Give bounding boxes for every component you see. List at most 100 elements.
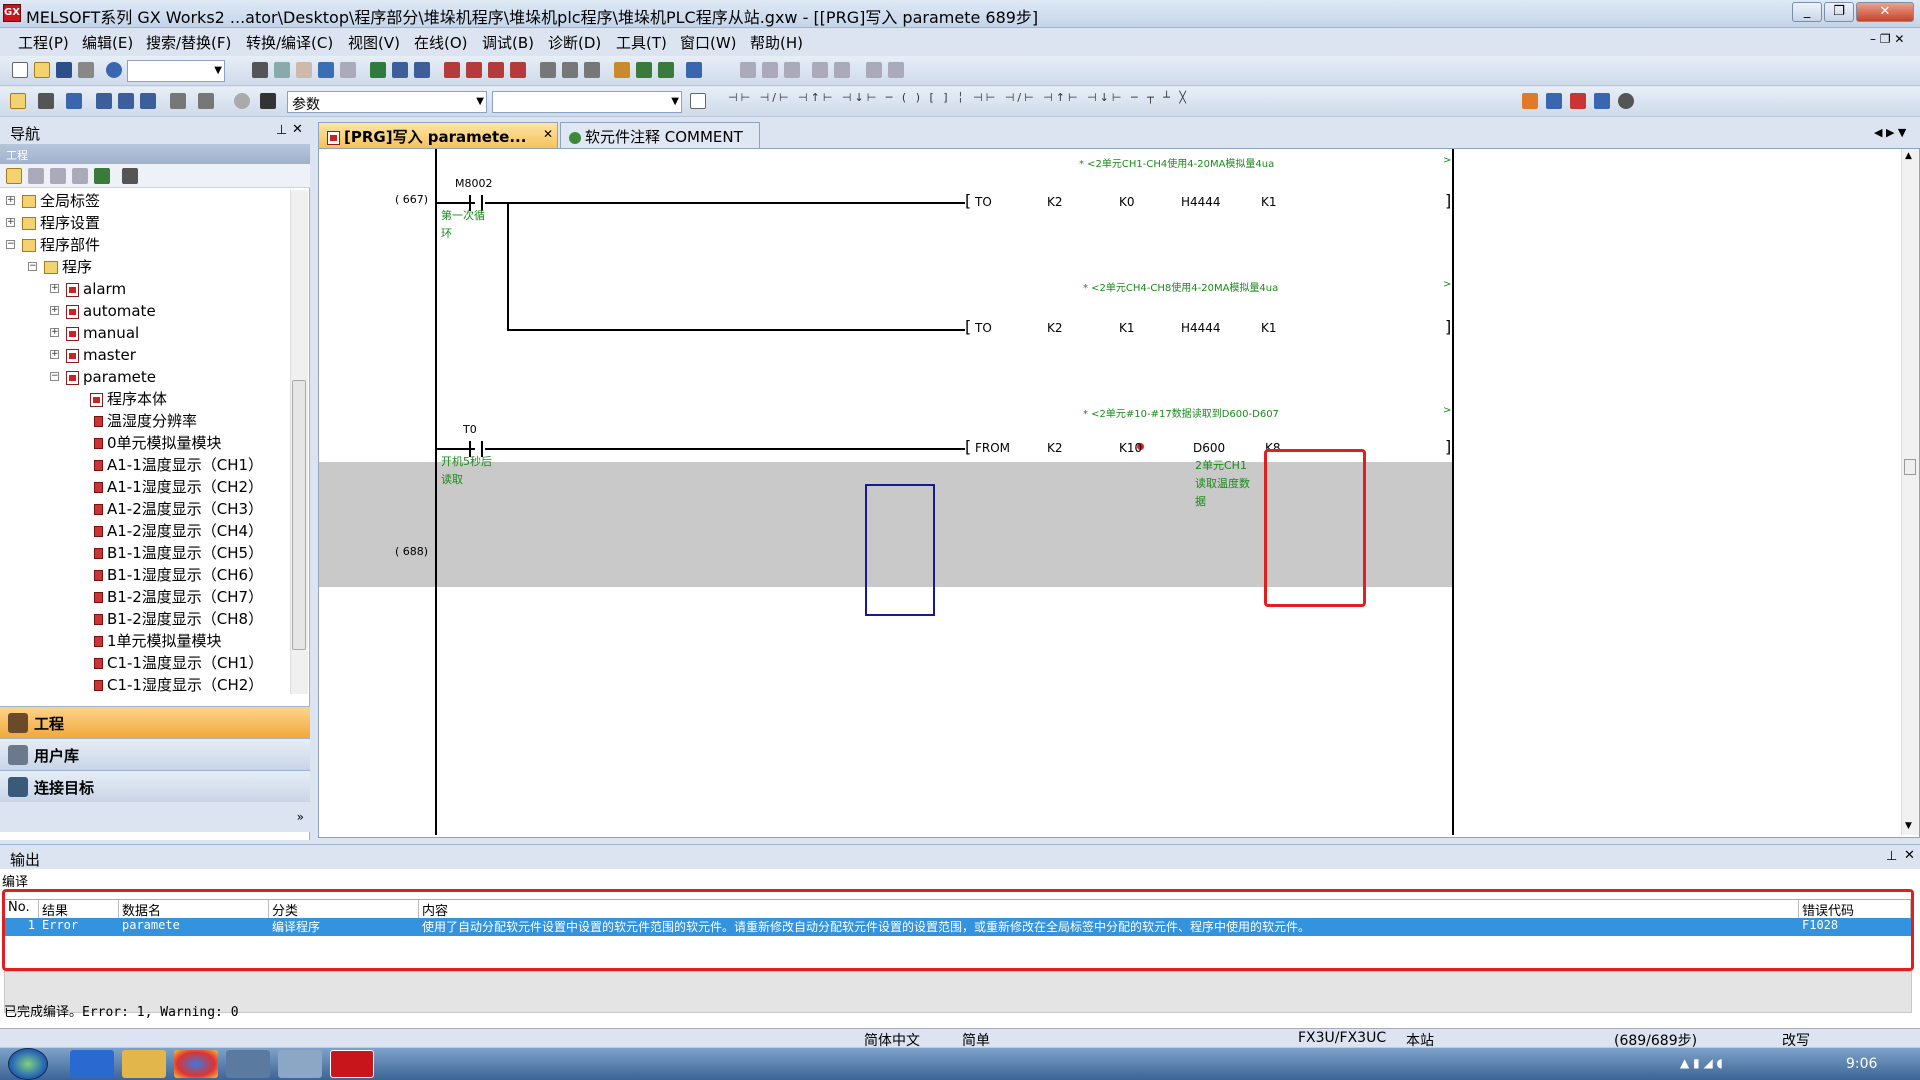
instr-arg[interactable]: H4444 [1181,195,1221,209]
info-icon[interactable] [234,93,250,109]
tree-node[interactable]: − paramete [50,366,156,388]
nav-button-library[interactable]: 用户库 [0,738,310,770]
tree-node[interactable]: B1-1温度显示（CH5） [94,542,263,564]
nav-button-connection[interactable]: 连接目标 [0,770,310,802]
rebuild-icon[interactable] [510,62,526,78]
tree-node[interactable]: 1单元模拟量模块 [94,630,222,652]
list-icon[interactable] [38,93,54,109]
param-select[interactable]: 参数 ▼ [287,91,487,113]
monitor-mode-icon[interactable] [686,62,702,78]
convert-icon[interactable] [444,62,460,78]
menu-find-replace[interactable]: 搜索/替换(F) [146,32,231,53]
gxworks-taskbar-icon[interactable] [330,1050,374,1078]
instr-arg[interactable]: K1 [1261,195,1277,209]
tree-node[interactable]: + alarm [50,278,126,300]
explorer-icon[interactable] [122,1050,166,1078]
label-icon[interactable] [118,93,134,109]
highlight-icon[interactable] [1522,93,1538,109]
write-plc-icon[interactable] [392,62,408,78]
tree-scroll-thumb[interactable] [292,380,306,650]
close-button[interactable]: ✕ [1856,2,1914,22]
page-icon[interactable] [690,93,706,109]
stop-icon[interactable] [1570,93,1586,109]
cut-icon[interactable] [252,62,268,78]
tree-node[interactable]: 0单元模拟量模块 [94,432,222,454]
ie-icon[interactable] [70,1050,114,1078]
tree-node[interactable]: + automate [50,300,156,322]
app-icon-5[interactable] [278,1050,322,1078]
copy-data-icon[interactable] [28,168,44,184]
save-icon[interactable] [56,62,72,78]
ladder-tool-c-icon[interactable] [784,62,800,78]
convert-all-icon[interactable] [466,62,482,78]
ladder-symbol-palette[interactable]: ⊣⊢ ⊣/⊢ ⊣↑⊢ ⊣↓⊢ ─ ( ) [ ] ╎ ⊣⊢ ⊣/⊢ ⊣↑⊢ ⊣↓… [728,91,1189,104]
app-icon-4[interactable] [226,1050,270,1078]
tray-icons[interactable]: ▲ ▮ ◢ ◖ [1680,1056,1723,1070]
nav-toggle-icon[interactable] [10,93,26,109]
instr-arg[interactable]: K2 [1047,195,1063,209]
menu-window[interactable]: 窗口(W) [680,32,737,53]
instr-op[interactable]: TO [975,321,992,335]
menu-project[interactable]: 工程(P) [18,32,69,53]
search-device-icon[interactable] [198,93,214,109]
tree-node[interactable]: 程序本体 [90,388,167,410]
chevron-icon[interactable]: » [297,810,304,824]
tree-node[interactable]: + manual [50,322,139,344]
zoom-select[interactable]: ▼ [127,60,225,82]
menu-edit[interactable]: 编辑(E) [82,32,133,53]
print-icon[interactable] [78,62,94,78]
zoom-out-icon[interactable] [1594,93,1610,109]
tree-node[interactable]: A1-2温度显示（CH3） [94,498,263,520]
watch-icon[interactable] [170,93,186,109]
replace-icon[interactable] [636,62,652,78]
nav-button-project[interactable]: 工程 [0,706,310,738]
instr-arg[interactable]: K0 [1119,195,1135,209]
tree-node[interactable]: B1-2湿度显示（CH8） [94,608,263,630]
cross-ref-icon[interactable] [658,62,674,78]
scroll-thumb[interactable] [1904,459,1916,475]
menu-help[interactable]: 帮助(H) [750,32,803,53]
maximize-button[interactable]: ❐ [1824,2,1854,22]
online-read-icon[interactable] [540,62,556,78]
param-icon[interactable] [140,93,156,109]
zoom-in-icon[interactable] [1546,93,1562,109]
instr-arg[interactable]: K2 [1047,321,1063,335]
instr-arg[interactable]: K10 [1119,441,1142,455]
redo-icon[interactable] [340,62,356,78]
instr-arg[interactable]: K2 [1047,441,1063,455]
tree-node[interactable]: − 程序 [28,256,92,278]
ladder-tool-e-icon[interactable] [834,62,850,78]
edit-cursor[interactable] [865,484,935,616]
help-icon[interactable] [106,62,122,78]
tab-comment[interactable]: 软元件注释 COMMENT [560,122,760,148]
nav-close-icon[interactable]: ✕ [292,122,303,137]
find-icon[interactable] [614,62,630,78]
instr-op[interactable]: FROM [975,441,1010,455]
menu-view[interactable]: 视图(V) [348,32,400,53]
delete-data-icon[interactable] [50,168,66,184]
read-plc-icon[interactable] [414,62,430,78]
ladder-tool-a-icon[interactable] [740,62,756,78]
paste-icon[interactable] [296,62,312,78]
open-icon[interactable] [34,62,50,78]
ladder-editor[interactable]: ( 667) * <2单元CH1-CH4使用4-20MA模拟量4ua > M80… [318,148,1920,838]
online-write-icon[interactable] [562,62,578,78]
tree-node[interactable]: C1-1湿度显示（CH2） [94,674,263,694]
tree-node[interactable]: A1-1温度显示（CH1） [94,454,263,476]
menu-diagnostics[interactable]: 诊断(D) [548,32,601,53]
binoculars-icon[interactable] [260,93,276,109]
window-icon[interactable] [66,93,82,109]
pin-icon[interactable]: ⊥ [276,123,287,138]
monitor-icon[interactable] [370,62,386,78]
tree-node[interactable]: A1-2湿度显示（CH4） [94,520,263,542]
refresh-icon[interactable] [94,168,110,184]
tree-node[interactable]: + 程序设置 [6,212,100,234]
tree-node[interactable]: A1-1湿度显示（CH2） [94,476,263,498]
instr-arg[interactable]: D600 [1193,441,1225,455]
tab-close-icon[interactable]: ✕ [543,127,553,141]
ladder-tool-d-icon[interactable] [812,62,828,78]
instr-arg[interactable]: K1 [1261,321,1277,335]
minimize-button[interactable]: _ [1792,2,1822,22]
tree-node[interactable]: + master [50,344,136,366]
tree-node[interactable]: − 程序部件 [6,234,100,256]
